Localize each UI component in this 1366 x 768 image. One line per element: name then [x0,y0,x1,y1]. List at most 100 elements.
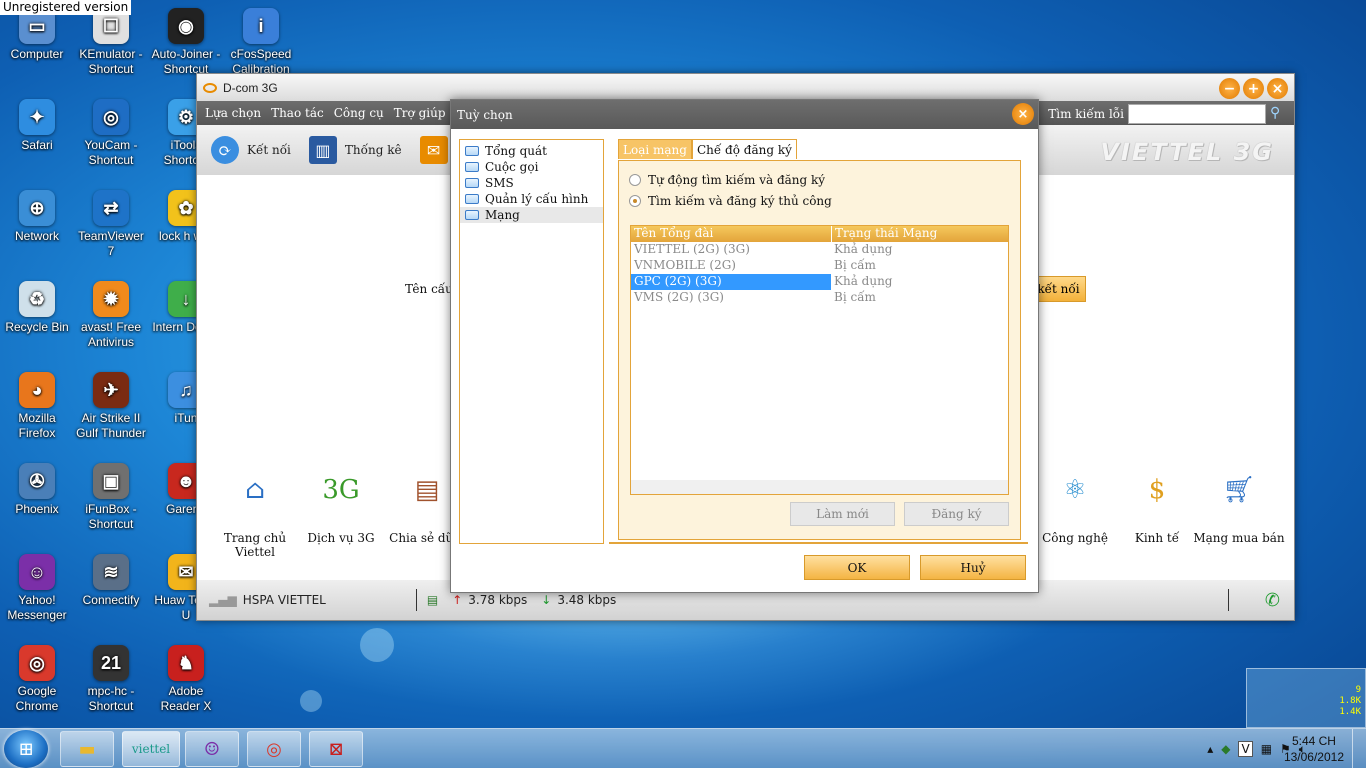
maximize-button[interactable]: + [1243,78,1264,99]
service-shortcut[interactable]: 3G Dịch vụ 3G [293,469,389,545]
dialog-close-button[interactable]: × [1012,103,1034,125]
show-desktop-button[interactable] [1352,729,1366,768]
dialog-titlebar[interactable]: Tuỳ chọn [451,100,1038,129]
search-label: Tìm kiếm lỗi [1048,107,1124,121]
service-label: Mạng mua bán [1193,531,1285,545]
download-arrow-icon: ↓ [541,593,552,607]
dialog-title: Tuỳ chọn [457,107,513,122]
desktop-icon[interactable]: ☺ Yahoo! Messenger [0,554,74,623]
folder-icon [465,210,479,220]
tray-vietkey-icon[interactable]: V [1238,741,1253,757]
chrome-icon: ◎ [19,645,55,681]
desktop-icon-label: Google Chrome [15,684,59,713]
service-shortcut[interactable]: 🛒︎ Mạng mua bán [1191,469,1287,545]
desktop-icon[interactable]: ☐ KEmulator - Shortcut [74,8,148,77]
meter-value-1: 9 [1355,685,1361,695]
desktop-icon[interactable]: ⊕ Network [0,190,74,244]
yahoo-messenger-icon: ☺ [203,738,221,760]
desktop-icon[interactable]: ▣ iFunBox - Shortcut [74,463,148,532]
service-shortcut[interactable]: ⌂ Trang chủ Viettel [207,469,303,559]
menu-options[interactable]: Lựa chọn [205,106,261,120]
close-button[interactable]: × [1267,78,1288,99]
menu-tools[interactable]: Công cụ [334,106,384,120]
connect-button[interactable]: kết nối [1031,276,1086,302]
cancel-button[interactable]: Huỷ [920,555,1026,580]
tab-network-type[interactable]: Loại mạng [618,139,692,159]
tree-item[interactable]: Quản lý cấu hình [460,191,603,207]
yahoo-taskbar-icon[interactable]: ☺ [185,731,239,767]
tree-item[interactable]: Tổng quát [460,143,603,159]
ok-button[interactable]: OK [804,555,910,580]
tree-item[interactable]: Mạng [460,207,603,223]
desktop-icon[interactable]: ▭ Computer [0,8,74,62]
desktop-icon-label: avast! Free Antivirus [80,320,142,349]
chrome-icon: ◎ [266,738,282,760]
connectify-icon: ≋ [93,554,129,590]
search-icon[interactable]: ⚲ [1270,105,1288,123]
refresh-button[interactable]: Làm mới [790,502,895,526]
start-button[interactable]: ⊞ [4,730,48,768]
radio-auto-indicator[interactable] [629,174,641,186]
desktop-icon[interactable]: ♞ Adobe Reader X [149,645,223,714]
tree-item[interactable]: SMS [460,175,603,191]
dcom-taskbar-icon[interactable]: viettel [122,731,180,767]
desktop-icon[interactable]: ⇄ TeamViewer 7 [74,190,148,259]
snipping-taskbar-icon[interactable]: ⊠ [309,731,363,767]
money-bag-icon: $ [1148,475,1166,505]
chrome-taskbar-icon[interactable]: ◎ [247,731,301,767]
desktop-icon[interactable]: ✹ avast! Free Antivirus [74,281,148,350]
table-row[interactable]: GPC (2G) (3G) Khả dụng [631,274,1008,290]
refresh-icon: ⟳ [211,136,239,164]
register-button[interactable]: Đăng ký [904,502,1009,526]
tab-register-mode[interactable]: Chế độ đăng ký [691,139,797,159]
table-header: Tên Tổng đài Trạng thái Mạng [631,226,1008,242]
folder-icon [465,194,479,204]
desktop-icon[interactable]: 21 mpc-hc - Shortcut [74,645,148,714]
tray-expand-icon[interactable]: ▴ [1207,742,1213,756]
window-controls: − + × [1219,78,1288,99]
table-row[interactable]: VIETTEL (2G) (3G) Khả dụng [631,242,1008,258]
connect-toolbar-button[interactable]: ⟳ Kết nối [211,136,291,164]
table-row[interactable]: VNMOBILE (2G) Bị cấm [631,258,1008,274]
column-operator[interactable]: Tên Tổng đài [631,226,831,242]
tray-network-icon[interactable]: ◆ [1221,742,1230,756]
dcom-titlebar[interactable]: D-com 3G [197,74,1294,101]
tree-item[interactable]: Cuộc gọi [460,159,603,175]
desktop-icon[interactable]: ≋ Connectify [74,554,148,608]
desktop-icon[interactable]: ♻ Recycle Bin [0,281,74,335]
menu-help[interactable]: Trợ giúp [394,106,446,120]
stats-toolbar-button[interactable]: ▥ Thống kê [308,136,402,164]
minimize-button[interactable]: − [1219,78,1240,99]
clock[interactable]: 5:44 CH 13/06/2012 [1284,733,1344,765]
search-input[interactable] [1128,104,1266,124]
stats-toolbar-label: Thống kê [344,143,402,157]
desktop-icon[interactable]: ✈ Air Strike II Gulf Thunder [74,372,148,441]
radio-manual[interactable]: Tìm kiếm và đăng ký thủ công [629,194,832,208]
error-search: Tìm kiếm lỗi ⚲ [1048,104,1288,124]
snipping-tool-icon: ⊠ [328,738,344,760]
desktop-icon[interactable]: i cFosSpeed Calibration [224,8,298,77]
table-row[interactable]: VMS (2G) (3G) Bị cấm [631,290,1008,306]
desktop-icon-label: Air Strike II Gulf Thunder [76,411,146,440]
tray-device-icon[interactable]: ▦ [1261,742,1272,756]
technology-icon: ⚛ [1063,475,1087,505]
desktop-icon-label: TeamViewer 7 [78,229,144,258]
phoenix-icon: ✇ [19,463,55,499]
phone-icon[interactable]: ✆ [1265,590,1280,611]
tab-strip: Loại mạng Chế độ đăng ký [618,139,797,159]
desktop-icon[interactable]: ◕ Mozilla Firefox [0,372,74,441]
radio-manual-indicator[interactable] [629,195,641,207]
column-status[interactable]: Trạng thái Mạng [831,226,1008,242]
desktop-icon[interactable]: ◉ Auto-Joiner - Shortcut [149,8,223,77]
desktop-icon[interactable]: ✦ Safari [0,99,74,153]
radio-auto[interactable]: Tự động tìm kiếm và đăng ký [629,173,825,187]
firefox-icon: ◕ [19,372,55,408]
desktop-icon[interactable]: ◎ Google Chrome [0,645,74,714]
menu-actions[interactable]: Thao tác [271,106,324,120]
explorer-taskbar-icon[interactable]: ▬ [60,731,114,767]
horizontal-scrollbar[interactable] [631,480,1008,494]
desktop-icon[interactable]: ◎ YouCam - Shortcut [74,99,148,168]
desktop-icon[interactable]: ✇ Phoenix [0,463,74,517]
radio-manual-label: Tìm kiếm và đăng ký thủ công [648,194,832,208]
network-status-cell: Khả dụng [834,242,893,256]
